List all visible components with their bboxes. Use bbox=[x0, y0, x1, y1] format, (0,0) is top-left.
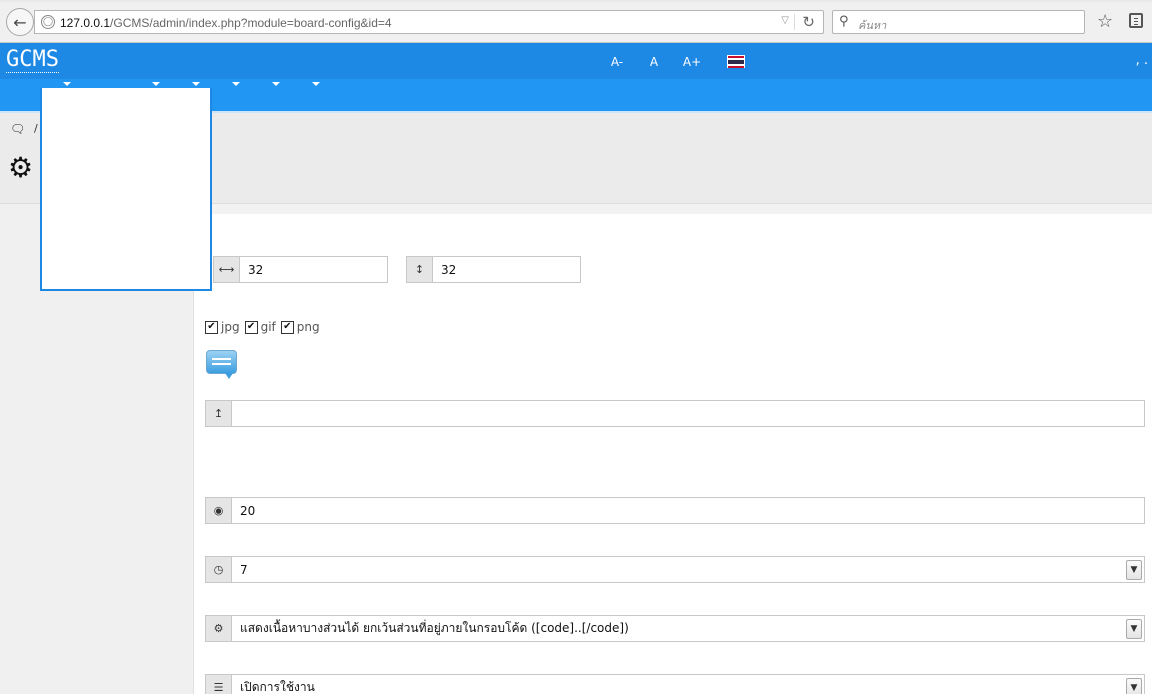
icon-width-field[interactable]: ⟷ 32 bbox=[213, 256, 388, 283]
new-period-value: 7 bbox=[240, 562, 248, 577]
icon-height-field[interactable]: ↕ 32 bbox=[406, 256, 581, 283]
sitemap-icon: ☰ bbox=[206, 675, 232, 694]
status-select[interactable]: ☰ เปิดการใช้งาน ▼ bbox=[205, 674, 1145, 694]
gear-icon: ⚙ bbox=[8, 151, 34, 184]
history-dropdown-icon[interactable]: ▽ bbox=[781, 15, 789, 26]
comments-icon[interactable]: 🗨 bbox=[10, 122, 25, 136]
chevron-down-icon[interactable] bbox=[152, 82, 160, 86]
search-placeholder: ค้นหา bbox=[858, 19, 887, 32]
font-decrease-label: A- bbox=[610, 55, 624, 69]
browser-toolbar: ← ◯ 127.0.0.1/GCMS/admin/index.php?modul… bbox=[0, 0, 1152, 43]
chevron-down-icon[interactable] bbox=[192, 82, 200, 86]
url-path: /GCMS/admin/index.php?module=board-confi… bbox=[110, 16, 392, 30]
font-increase-label: A+ bbox=[682, 55, 702, 69]
chevron-down-icon[interactable]: ▼ bbox=[1126, 677, 1142, 694]
icon-upload-field[interactable]: ↥ bbox=[205, 400, 1145, 427]
chevron-down-icon[interactable] bbox=[272, 82, 280, 86]
globe-icon: ◯ bbox=[41, 15, 55, 29]
gif-label: gif bbox=[260, 320, 276, 334]
tab-strip-edge bbox=[0, 0, 1152, 2]
browser-search-input[interactable]: ⚲ ค้นหา bbox=[832, 10, 1085, 34]
breadcrumb-separator: / bbox=[34, 122, 38, 135]
views-per-page-value: 20 bbox=[240, 503, 256, 518]
status-value: เปิดการใช้งาน bbox=[240, 680, 315, 694]
png-checkbox[interactable]: ✔ bbox=[280, 320, 294, 334]
chevron-down-icon[interactable] bbox=[232, 82, 240, 86]
user-menu[interactable]: , . bbox=[1136, 53, 1148, 68]
search-icon: ⚲ bbox=[839, 14, 849, 29]
new-period-select[interactable]: ◷ 7 ▼ bbox=[205, 556, 1145, 583]
icon-width-value: 32 bbox=[248, 262, 264, 277]
font-decrease-button[interactable]: A- bbox=[607, 52, 627, 72]
eye-icon: ◉ bbox=[206, 498, 232, 523]
file-type-checkboxes: ✔ jpg ✔ gif ✔ png bbox=[205, 320, 325, 334]
reload-icon[interactable]: ↻ bbox=[802, 13, 815, 31]
board-default-icon bbox=[206, 350, 237, 379]
font-reset-button[interactable]: A bbox=[644, 52, 664, 72]
icon-height-value: 32 bbox=[441, 262, 457, 277]
jpg-checkbox[interactable]: ✔ bbox=[205, 320, 218, 334]
font-reset-label: A bbox=[649, 55, 659, 69]
width-arrows-icon: ⟷ bbox=[214, 257, 240, 282]
thai-flag-icon[interactable] bbox=[727, 55, 745, 68]
arrow-left-icon: ← bbox=[13, 12, 27, 32]
url-host: 127.0.0.1 bbox=[60, 16, 111, 30]
chevron-down-icon[interactable]: ▼ bbox=[1126, 618, 1142, 639]
gear-icon: ⚙ bbox=[206, 616, 232, 641]
menu-dropdown-panel[interactable] bbox=[40, 88, 212, 291]
url-text: 127.0.0.1/GCMS/admin/index.php?module=bo… bbox=[60, 16, 392, 30]
views-per-page-field[interactable]: ◉ 20 bbox=[205, 497, 1145, 524]
font-increase-button[interactable]: A+ bbox=[682, 52, 702, 72]
site-logo[interactable]: GCMS bbox=[6, 48, 59, 73]
jpg-label: jpg bbox=[221, 320, 240, 334]
gif-checkbox[interactable]: ✔ bbox=[244, 320, 258, 334]
back-button[interactable]: ← bbox=[6, 8, 34, 36]
height-arrows-icon: ↕ bbox=[407, 257, 433, 282]
upload-icon: ↥ bbox=[206, 401, 232, 426]
display-mode-value: แสดงเนื้อหาบางส่วนได้ ยกเว้นส่วนที่อยู่ภ… bbox=[240, 621, 629, 635]
chevron-down-icon[interactable] bbox=[312, 82, 320, 86]
address-bar[interactable]: ◯ 127.0.0.1/GCMS/admin/index.php?module=… bbox=[34, 10, 824, 34]
clock-icon: ◷ bbox=[206, 557, 232, 582]
display-mode-select[interactable]: ⚙ แสดงเนื้อหาบางส่วนได้ ยกเว้นส่วนที่อยู… bbox=[205, 615, 1145, 642]
bookmarks-list-icon[interactable] bbox=[1129, 13, 1143, 28]
address-divider bbox=[794, 14, 795, 30]
bookmark-star-icon[interactable]: ☆ bbox=[1097, 11, 1113, 32]
chevron-down-icon[interactable] bbox=[63, 82, 71, 86]
chevron-down-icon[interactable]: ▼ bbox=[1126, 559, 1142, 580]
png-label: png bbox=[296, 320, 320, 334]
app-header: GCMS A- A A+ , . bbox=[0, 43, 1152, 79]
